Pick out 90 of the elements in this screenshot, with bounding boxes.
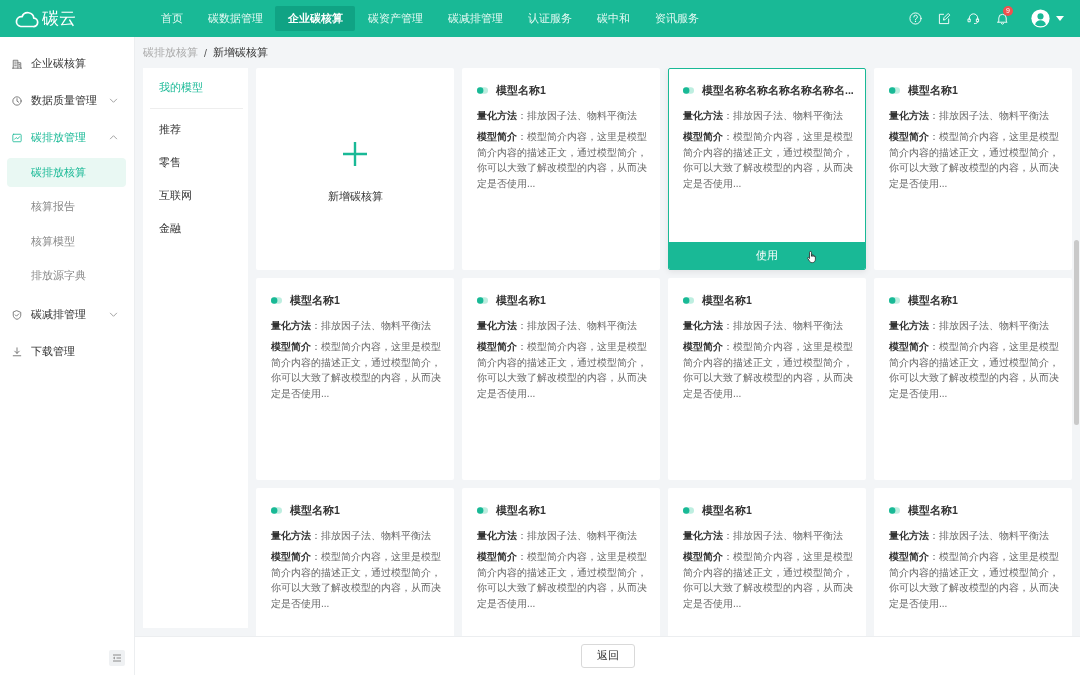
menu-fold-icon[interactable]: [109, 650, 125, 666]
description-text: 模型简介：模型简介内容，这里是模型简介内容的描述正文，通过模型简介，你可以大致了解改模型的内容，从而决定是否使用...: [477, 550, 647, 611]
sidebar-item[interactable]: 企业碳核算: [0, 45, 134, 82]
clock-icon: [12, 95, 22, 106]
caret-down-icon[interactable]: [1056, 16, 1064, 21]
sidebar-subitem[interactable]: 排放源字典: [7, 261, 126, 291]
back-button[interactable]: 返回: [580, 644, 635, 668]
breadcrumb-separator: /: [204, 46, 207, 59]
sidebar-subitem[interactable]: 核算模型: [7, 227, 126, 256]
model-title: 模型名称1: [908, 83, 958, 97]
model-title: 模型名称1: [290, 293, 340, 307]
logo-text: 碳云: [42, 8, 76, 30]
toggle-icon: [889, 296, 900, 304]
method-text: 量化方法：排放因子法、物料平衡法: [889, 109, 1050, 123]
method-text: 量化方法：排放因子法、物料平衡法: [271, 319, 432, 333]
chevron-down-icon[interactable]: [109, 310, 118, 319]
toggle-icon: [889, 506, 900, 514]
sidebar-item[interactable]: 数据质量管理: [0, 82, 134, 119]
method-text: 量化方法：排放因子法、物料平衡法: [683, 529, 844, 543]
category-item[interactable]: 互联网: [143, 184, 248, 208]
headset-icon[interactable]: [967, 12, 980, 25]
hand-cursor-icon: [806, 250, 818, 264]
model-card[interactable]: 模型名称1 量化方法：排放因子法、物料平衡法 模型简介：模型简介内容，这里是模型简介内容的描述正文，通过模型简介，你可以大致了解改模型的内容，从而决定是否使用...: [462, 278, 660, 480]
notification-bell-icon[interactable]: [996, 12, 1009, 25]
method-text: 量化方法：排放因子法、物料平衡法: [477, 319, 638, 333]
model-title: 模型名称1: [496, 83, 546, 97]
model-card[interactable]: 模型名称1 量化方法：排放因子法、物料平衡法 模型简介：模型简介内容，这里是模型简介内容的描述正文，通过模型简介，你可以大致了解改模型的内容，从而决定是否使用...: [874, 68, 1072, 270]
model-card[interactable]: 模型名称名称名称名称名称名... 量化方法：排放因子法、物料平衡法 模型简介：模型简介内容，这里是模型简介内容的描述正文，通过模型简介，你可以大致了解改模型的内容，从而决定是否使用... 使用: [668, 68, 866, 270]
description-text: 模型简介：模型简介内容，这里是模型简介内容的描述正文，通过模型简介，你可以大致了解改模型的内容，从而决定是否使用...: [477, 130, 647, 191]
description-text: 模型简介：模型简介内容，这里是模型简介内容的描述正文，通过模型简介，你可以大致了解改模型的内容，从而决定是否使用...: [889, 340, 1059, 401]
category-item[interactable]: 零售: [143, 151, 248, 175]
model-title: 模型名称1: [290, 503, 340, 517]
model-card[interactable]: 模型名称1 量化方法：排放因子法、物料平衡法 模型简介：模型简介内容，这里是模型简介内容的描述正文，通过模型简介，你可以大致了解改模型的内容，从而决定是否使用...: [668, 488, 866, 636]
toggle-icon: [683, 296, 694, 304]
shield-check-icon: [12, 309, 22, 320]
method-text: 量化方法：排放因子法、物料平衡法: [477, 109, 638, 123]
avatar-icon[interactable]: [1031, 9, 1050, 28]
model-card[interactable]: 模型名称1 量化方法：排放因子法、物料平衡法 模型简介：模型简介内容，这里是模型简介内容的描述正文，通过模型简介，你可以大致了解改模型的内容，从而决定是否使用...: [874, 488, 1072, 636]
model-title: 模型名称1: [496, 293, 546, 307]
method-text: 量化方法：排放因子法、物料平衡法: [271, 529, 432, 543]
chart-icon: [12, 132, 22, 143]
model-title: 模型名称1: [702, 293, 752, 307]
toggle-icon: [683, 506, 694, 514]
description-text: 模型简介：模型简介内容，这里是模型简介内容的描述正文，通过模型简介，你可以大致了解改模型的内容，从而决定是否使用...: [889, 130, 1059, 191]
method-text: 量化方法：排放因子法、物料平衡法: [477, 529, 638, 543]
building-icon: [12, 58, 22, 69]
toggle-icon: [889, 86, 900, 94]
toggle-icon: [477, 506, 488, 514]
toggle-icon: [477, 296, 488, 304]
model-card[interactable]: 模型名称1 量化方法：排放因子法、物料平衡法 模型简介：模型简介内容，这里是模型简介内容的描述正文，通过模型简介，你可以大致了解改模型的内容，从而决定是否使用...: [874, 278, 1072, 480]
download-icon: [12, 346, 22, 357]
category-item[interactable]: 推荐: [143, 118, 248, 142]
model-card[interactable]: 模型名称1 量化方法：排放因子法、物料平衡法 模型简介：模型简介内容，这里是模型简介内容的描述正文，通过模型简介，你可以大致了解改模型的内容，从而决定是否使用...: [668, 278, 866, 480]
model-card[interactable]: 模型名称1 量化方法：排放因子法、物料平衡法 模型简介：模型简介内容，这里是模型简介内容的描述正文，通过模型简介，你可以大致了解改模型的内容，从而决定是否使用...: [256, 278, 454, 480]
toggle-icon: [477, 86, 488, 94]
description-text: 模型简介：模型简介内容，这里是模型简介内容的描述正文，通过模型简介，你可以大致了解改模型的内容，从而决定是否使用...: [683, 340, 853, 401]
method-text: 量化方法：排放因子法、物料平衡法: [683, 109, 844, 123]
edit-icon[interactable]: [938, 12, 951, 25]
description-text: 模型简介：模型简介内容，这里是模型简介内容的描述正文，通过模型简介，你可以大致了解改模型的内容，从而决定是否使用...: [683, 130, 853, 191]
model-title: 模型名称1: [908, 293, 958, 307]
description-text: 模型简介：模型简介内容，这里是模型简介内容的描述正文，通过模型简介，你可以大致了解改模型的内容，从而决定是否使用...: [271, 550, 441, 611]
description-text: 模型简介：模型简介内容，这里是模型简介内容的描述正文，通过模型简介，你可以大致了解改模型的内容，从而决定是否使用...: [683, 550, 853, 611]
method-text: 量化方法：排放因子法、物料平衡法: [889, 319, 1050, 333]
toggle-icon: [683, 86, 694, 94]
model-title: 模型名称名称名称名称名称名...: [702, 83, 854, 97]
cloud-logo-icon: [14, 9, 39, 28]
method-text: 量化方法：排放因子法、物料平衡法: [683, 319, 844, 333]
chevron-down-icon[interactable]: [109, 96, 118, 105]
toggle-icon: [271, 296, 282, 304]
model-card[interactable]: 模型名称1 量化方法：排放因子法、物料平衡法 模型简介：模型简介内容，这里是模型简介内容的描述正文，通过模型简介，你可以大致了解改模型的内容，从而决定是否使用...: [256, 488, 454, 636]
breadcrumb-current: 新增碳核算: [212, 45, 268, 60]
add-model-button[interactable]: 新增碳核算: [256, 68, 454, 270]
model-title: 模型名称1: [908, 503, 958, 517]
sidebar-item[interactable]: 碳减排管理: [0, 296, 134, 333]
category-item[interactable]: 金融: [143, 217, 248, 241]
description-text: 模型简介：模型简介内容，这里是模型简介内容的描述正文，通过模型简介，你可以大致了解改模型的内容，从而决定是否使用...: [271, 340, 441, 401]
model-card[interactable]: 模型名称1 量化方法：排放因子法、物料平衡法 模型简介：模型简介内容，这里是模型简介内容的描述正文，通过模型简介，你可以大致了解改模型的内容，从而决定是否使用...: [462, 488, 660, 636]
toggle-icon: [271, 506, 282, 514]
description-text: 模型简介：模型简介内容，这里是模型简介内容的描述正文，通过模型简介，你可以大致了解改模型的内容，从而决定是否使用...: [889, 550, 1059, 611]
model-card[interactable]: 模型名称1 量化方法：排放因子法、物料平衡法 模型简介：模型简介内容，这里是模型简介内容的描述正文，通过模型简介，你可以大致了解改模型的内容，从而决定是否使用...: [462, 68, 660, 270]
method-text: 量化方法：排放因子法、物料平衡法: [889, 529, 1050, 543]
sidebar-item[interactable]: 下载管理: [0, 333, 134, 370]
plus-icon: [342, 141, 368, 167]
model-title: 模型名称1: [702, 503, 752, 517]
description-text: 模型简介：模型简介内容，这里是模型简介内容的描述正文，通过模型简介，你可以大致了解改模型的内容，从而决定是否使用...: [477, 340, 647, 401]
scrollbar-thumb[interactable]: [1074, 240, 1079, 425]
model-title: 模型名称1: [496, 503, 546, 517]
help-icon[interactable]: [909, 12, 922, 25]
sidebar-subitem[interactable]: 核算报告: [7, 192, 126, 222]
chevron-up-icon[interactable]: [109, 133, 118, 142]
